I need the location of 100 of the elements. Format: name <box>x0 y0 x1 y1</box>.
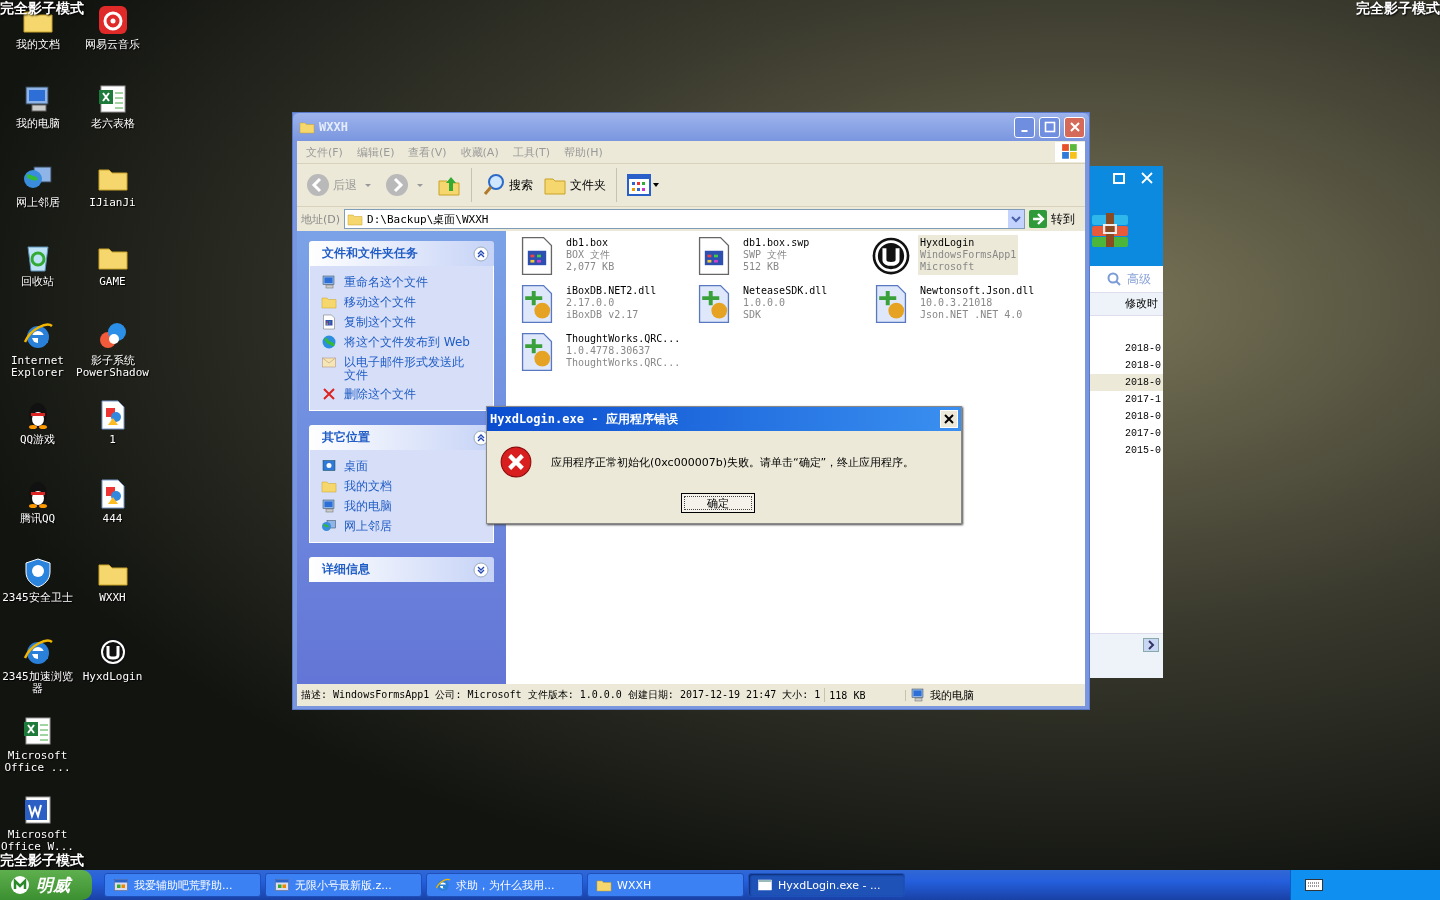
panel-header[interactable]: 文件和文件夹任务 <box>309 241 494 266</box>
folder-icon <box>347 211 364 227</box>
desktop-icon-label[interactable]: 444 <box>75 513 150 525</box>
dialog-title: HyxdLogin.exe - 应用程序错误 <box>490 410 678 428</box>
task-link[interactable]: 以电子邮件形式发送此文件 <box>344 354 472 382</box>
address-label: 地址(D) <box>301 211 341 227</box>
network-globe-icon <box>321 518 337 534</box>
desktop-icon-label[interactable]: 2345加速浏览器 <box>0 671 75 695</box>
date-cell-text: 2017-0 <box>1124 427 1162 441</box>
chevron-icon[interactable] <box>473 245 489 262</box>
desktop-icon-label[interactable]: WXXH <box>75 592 150 604</box>
file-details[interactable]: db1.box.swp SWP 文件 512 KB <box>741 235 812 275</box>
desktop-icon-label[interactable]: Microsoft Office ... <box>0 750 75 774</box>
folders-button[interactable]: 文件夹 <box>540 171 609 199</box>
scroll-right-button[interactable] <box>1143 638 1159 652</box>
task-link[interactable]: 移动这个文件 <box>344 294 472 309</box>
document-icon <box>321 314 337 330</box>
taskbar-button[interactable]: 无限小号最新版.z... <box>265 873 422 897</box>
task-link[interactable]: 桌面 <box>344 458 472 473</box>
close-icon <box>944 414 954 424</box>
chevron-icon[interactable] <box>473 561 489 578</box>
error-x-icon <box>499 445 533 479</box>
minimize-button[interactable] <box>1014 116 1035 138</box>
taskbar-button[interactable]: 求助，为什么我用... <box>426 873 583 897</box>
status-size: 118 KB <box>825 689 907 701</box>
dropdown-button[interactable] <box>1008 210 1024 228</box>
search-button[interactable]: 搜索 <box>479 171 536 199</box>
desktop-icon-label[interactable]: 2345安全卫士 <box>0 592 75 604</box>
folder-icon <box>299 119 315 135</box>
taskbar-button[interactable]: WXXH <box>587 873 744 897</box>
desktop-icon-label[interactable]: 我的电脑 <box>0 118 75 130</box>
close-button[interactable] <box>940 410 958 428</box>
panel-title[interactable]: 其它位置 <box>322 429 370 446</box>
file-details[interactable]: Newtonsoft.Json.dll 10.0.3.21018 Json.NET .NET 4.0 <box>918 283 1037 323</box>
maximize-icon <box>1043 121 1056 133</box>
ok-button[interactable]: 确定 <box>681 493 755 513</box>
folder-icon <box>321 294 337 310</box>
panel-title[interactable]: 详细信息 <box>322 561 370 578</box>
desktop-icon-label[interactable]: QQ游戏 <box>0 434 75 446</box>
desktop-icon-label[interactable]: 网易云音乐 <box>75 39 150 51</box>
date-cell-text: 2018-0 <box>1124 359 1162 373</box>
file-details[interactable]: HyxdLogin WindowsFormsApp1 Microsoft <box>918 235 1019 275</box>
panel-header[interactable]: 详细信息 <box>309 557 494 582</box>
desktop-icon-label[interactable]: 我的文档 <box>0 39 75 51</box>
folder-icon <box>321 478 337 494</box>
computer-icon <box>321 274 337 290</box>
taskbar-button[interactable]: HyxdLogin.exe - ... <box>748 873 905 897</box>
desktop-icon-label[interactable]: 回收站 <box>0 276 75 288</box>
maximize-button[interactable] <box>1039 116 1060 138</box>
browser-e-icon <box>435 877 451 893</box>
envelope-icon <box>321 354 337 370</box>
taskbar-button[interactable]: 我爱辅助吧荒野助... <box>104 873 261 897</box>
task-link[interactable]: 网上邻居 <box>344 518 472 533</box>
panel-title[interactable]: 文件和文件夹任务 <box>322 245 418 262</box>
search-icon <box>1107 272 1121 286</box>
app-window-icon <box>274 877 290 893</box>
task-link[interactable]: 重命名这个文件 <box>344 274 472 289</box>
keyboard-icon[interactable] <box>1305 879 1323 891</box>
file-details[interactable]: iBoxDB.NET2.dll 2.17.0.0 iBoxDB v2.17 <box>564 283 659 323</box>
error-message: 应用程序正常初始化(0xc000007b)失败。请单击“确定”，终止应用程序。 <box>551 454 915 470</box>
caret-icon[interactable] <box>416 181 424 189</box>
desktop-icon-label[interactable]: HyxdLogin <box>75 671 150 683</box>
search-icon <box>482 173 506 197</box>
task-link[interactable]: 我的电脑 <box>344 498 472 513</box>
shadow-mode-label: 完全影子模式 <box>0 0 84 18</box>
date-cell-text: 2015-0 <box>1124 444 1162 458</box>
task-link[interactable]: 我的文档 <box>344 478 472 493</box>
file-details[interactable]: ThoughtWorks.QRC... 1.0.4778.30637 ThoughtWorks.QRC... <box>564 331 683 371</box>
address-field[interactable]: D:\Backup\桌面\WXXH <box>344 209 1025 229</box>
caret-icon[interactable] <box>364 181 372 189</box>
desktop-icon-label[interactable]: 腾讯QQ <box>0 513 75 525</box>
desktop-icon-label[interactable]: IJianJi <box>75 197 150 209</box>
close-icon <box>1068 121 1081 133</box>
task-link[interactable]: 将这个文件发布到 Web <box>344 334 472 349</box>
maximize-icon <box>1113 172 1125 184</box>
desktop-icon-label[interactable]: 网上邻居 <box>0 197 75 209</box>
go-button[interactable]: 转到 <box>1029 210 1081 228</box>
desktop-icon-label[interactable]: Microsoft Office W... <box>0 829 75 853</box>
desktop-icon-label[interactable]: 老六表格 <box>75 118 150 130</box>
desktop-icon-label[interactable]: 1 <box>75 434 150 446</box>
file-details[interactable]: NeteaseSDK.dll 1.0.0.0 SDK <box>741 283 830 323</box>
folder-icon <box>596 877 612 893</box>
globe-icon <box>321 334 337 350</box>
circular-u-logo-icon <box>870 235 912 277</box>
file-details[interactable]: db1.box BOX 文件 2,077 KB <box>564 235 617 275</box>
spreadsheet-icon <box>96 83 129 115</box>
windows-flag-icon <box>1055 142 1085 162</box>
shadow-mode-label: 完全影子模式 <box>1356 0 1440 18</box>
computer-icon <box>321 498 337 514</box>
status-location: 我的电脑 <box>930 687 975 703</box>
desktop-icon-label[interactable]: GAME <box>75 276 150 288</box>
logo-circle-icon <box>10 875 30 895</box>
desktop-icon-label[interactable]: Internet Explorer <box>0 355 75 379</box>
caret-icon <box>1011 214 1021 224</box>
task-link[interactable]: 删除这个文件 <box>344 386 472 401</box>
app-window-icon <box>113 877 129 893</box>
desktop-icon-label[interactable]: 影子系统 PowerShadow <box>75 355 150 379</box>
music-app-icon <box>96 4 129 36</box>
window-icon <box>757 877 773 893</box>
task-link[interactable]: 复制这个文件 <box>344 314 472 329</box>
